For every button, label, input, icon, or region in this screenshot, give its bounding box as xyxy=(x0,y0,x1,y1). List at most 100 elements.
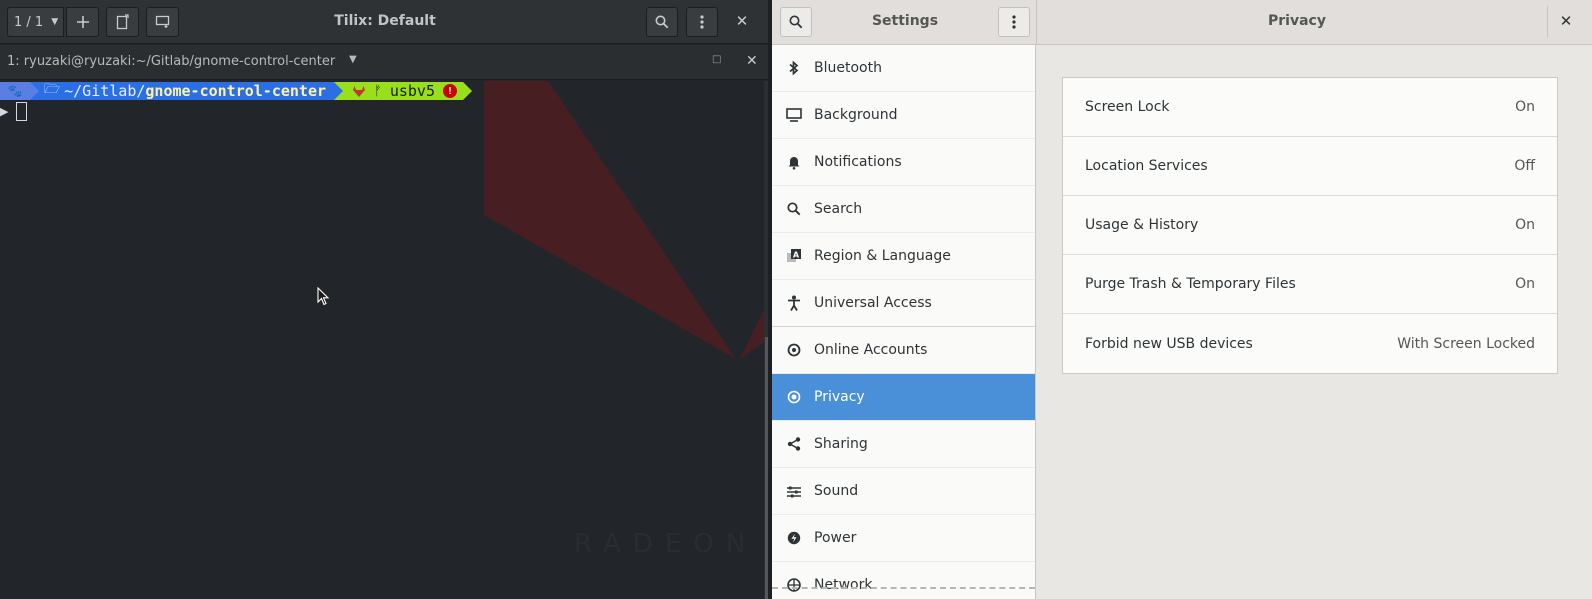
sidebar-item-search[interactable]: Search xyxy=(772,186,1035,233)
sidebar-item-privacy[interactable]: Privacy xyxy=(772,374,1035,421)
bell-icon xyxy=(786,154,802,170)
tilix-window: 1 / 1 ▼ Tilix: Default ✕ 1: ryuzaki@ryuz… xyxy=(0,0,768,599)
shell-input-line: ▶ xyxy=(0,102,28,121)
terminal-scrollbar-thumb[interactable] xyxy=(765,337,768,599)
shell-prompt: 🐾 🗁 ~/Gitlab/gnome-control-center ᚠ usbv… xyxy=(0,82,472,100)
find-button[interactable] xyxy=(646,7,678,37)
search-icon xyxy=(789,15,803,29)
terminal-add-icon xyxy=(155,15,169,28)
search-icon xyxy=(655,15,669,29)
row-label: Purge Trash & Temporary Files xyxy=(1085,276,1296,292)
close-icon[interactable]: ✕ xyxy=(732,12,752,30)
tilix-headerbar: 1 / 1 ▼ Tilix: Default ✕ xyxy=(0,0,768,44)
close-icon[interactable]: ✕ xyxy=(1556,12,1576,30)
sidebar-item-background[interactable]: Background xyxy=(772,92,1035,139)
row-label: Screen Lock xyxy=(1085,99,1170,115)
row-value: On xyxy=(1515,99,1535,115)
sidebar-item-notifications[interactable]: Notifications xyxy=(772,139,1035,186)
prompt-git-segment: ᚠ usbv5 ! xyxy=(334,82,463,100)
mouse-pointer-icon xyxy=(317,287,330,306)
text-cursor xyxy=(16,102,28,121)
session-switcher-button[interactable]: 1 / 1 ▼ xyxy=(7,7,64,37)
privacy-row-location-services[interactable]: Location Services Off xyxy=(1063,137,1557,196)
split-terminal-button[interactable] xyxy=(106,7,139,37)
sidebar-item-bluetooth[interactable]: Bluetooth xyxy=(772,45,1035,92)
monitor-icon xyxy=(786,107,802,123)
menu-button[interactable] xyxy=(686,7,718,37)
sidebar-item-label: Universal Access xyxy=(814,295,932,311)
sidebar-item-sharing[interactable]: Sharing xyxy=(772,421,1035,468)
privacy-row-usage-history[interactable]: Usage & History On xyxy=(1063,196,1557,255)
close-separator xyxy=(1547,6,1548,38)
sidebar-item-universal-access[interactable]: Universal Access xyxy=(772,280,1035,327)
sidebar-item-network[interactable]: Network xyxy=(772,562,1035,599)
row-value: On xyxy=(1515,217,1535,233)
terminal-area[interactable]: RADEON 🐾 🗁 ~/Gitlab/gnome-control-center… xyxy=(0,81,768,599)
prompt-path-dir: gnome-control-center xyxy=(145,82,327,100)
wallpaper-radeon-wedge xyxy=(484,81,768,359)
sidebar-item-label: Region & Language xyxy=(814,248,951,264)
accessibility-icon xyxy=(786,295,802,311)
sidebar-item-label: Search xyxy=(814,201,863,217)
window-title: Tilix: Default xyxy=(334,13,436,29)
sidebar-item-label: Bluetooth xyxy=(814,60,882,76)
bluetooth-icon xyxy=(786,60,802,76)
settings-sidebar: Bluetooth Background Notifications Searc… xyxy=(772,45,1036,599)
row-label: Forbid new USB devices xyxy=(1085,335,1253,352)
sidebar-item-label: Online Accounts xyxy=(814,342,928,358)
terminal-titlebar: 1: ryuzaki@ryuzaki:~/Gitlab/gnome-contro… xyxy=(0,45,768,80)
folder-open-icon: 🗁 xyxy=(44,82,61,97)
add-terminal-button[interactable] xyxy=(146,7,179,37)
sidebar-item-sound[interactable]: Sound xyxy=(772,468,1035,515)
privacy-icon xyxy=(786,389,802,405)
kebab-menu-icon xyxy=(700,15,704,29)
row-label: Usage & History xyxy=(1085,217,1199,233)
row-value: Off xyxy=(1514,158,1535,174)
split-icon xyxy=(116,14,129,30)
chevron-down-icon[interactable]: ▼ xyxy=(349,54,357,65)
settings-menu-button[interactable] xyxy=(998,7,1030,37)
privacy-row-screen-lock[interactable]: Screen Lock On xyxy=(1063,78,1557,137)
svg-text:A: A xyxy=(793,251,800,260)
sidebar-item-label: Sound xyxy=(814,483,859,499)
sidebar-scroll-edge xyxy=(772,587,1035,589)
sidebar-item-label: Power xyxy=(814,530,857,546)
maximize-icon[interactable]: □ xyxy=(712,54,721,65)
paw-icon: 🐾 xyxy=(7,84,23,98)
row-value: On xyxy=(1515,276,1535,292)
chevron-down-icon: ▼ xyxy=(51,17,59,27)
row-label: Location Services xyxy=(1085,158,1208,174)
row-value: With Screen Locked xyxy=(1397,335,1535,352)
git-branch-icon: ᚠ xyxy=(374,83,382,99)
sidebar-item-region-language[interactable]: A Region & Language xyxy=(772,233,1035,280)
sidebar-item-power[interactable]: Power xyxy=(772,515,1035,562)
settings-headerbar: Settings Privacy ✕ xyxy=(772,0,1592,45)
git-dirty-icon: ! xyxy=(443,84,457,98)
terminal-close-icon[interactable]: ✕ xyxy=(746,53,758,69)
settings-search-button[interactable] xyxy=(780,7,812,37)
privacy-row-forbid-usb[interactable]: Forbid new USB devices With Screen Locke… xyxy=(1063,314,1557,373)
terminal-title[interactable]: 1: ryuzaki@ryuzaki:~/Gitlab/gnome-contro… xyxy=(7,54,335,69)
sidebar-item-label: Sharing xyxy=(814,436,868,452)
network-icon xyxy=(786,577,802,593)
sidebar-item-label: Privacy xyxy=(814,389,865,405)
language-icon: A xyxy=(786,248,802,264)
prompt-os-segment: 🐾 xyxy=(0,82,39,100)
privacy-panel: Screen Lock On Location Services Off Usa… xyxy=(1037,45,1592,599)
power-icon xyxy=(786,530,802,546)
equalizer-icon xyxy=(786,483,802,499)
sidebar-item-online-accounts[interactable]: Online Accounts xyxy=(772,327,1035,374)
sidebar-item-label: Notifications xyxy=(814,154,902,170)
settings-title: Settings xyxy=(871,13,939,29)
add-session-button[interactable] xyxy=(66,7,99,37)
wallpaper-watermark: RADEON xyxy=(574,529,758,559)
prompt-end-arrow xyxy=(463,82,472,100)
prompt-path-segment: 🗁 ~/Gitlab/gnome-control-center xyxy=(30,82,344,100)
privacy-row-purge-trash[interactable]: Purge Trash & Temporary Files On xyxy=(1063,255,1557,314)
plus-icon xyxy=(76,16,89,28)
git-branch-name: usbv5 xyxy=(389,82,435,100)
kebab-menu-icon xyxy=(1012,15,1016,29)
prompt-path-prefix: ~/Gitlab/ xyxy=(64,82,146,100)
search-icon xyxy=(786,201,802,217)
privacy-settings-list: Screen Lock On Location Services Off Usa… xyxy=(1062,77,1558,374)
